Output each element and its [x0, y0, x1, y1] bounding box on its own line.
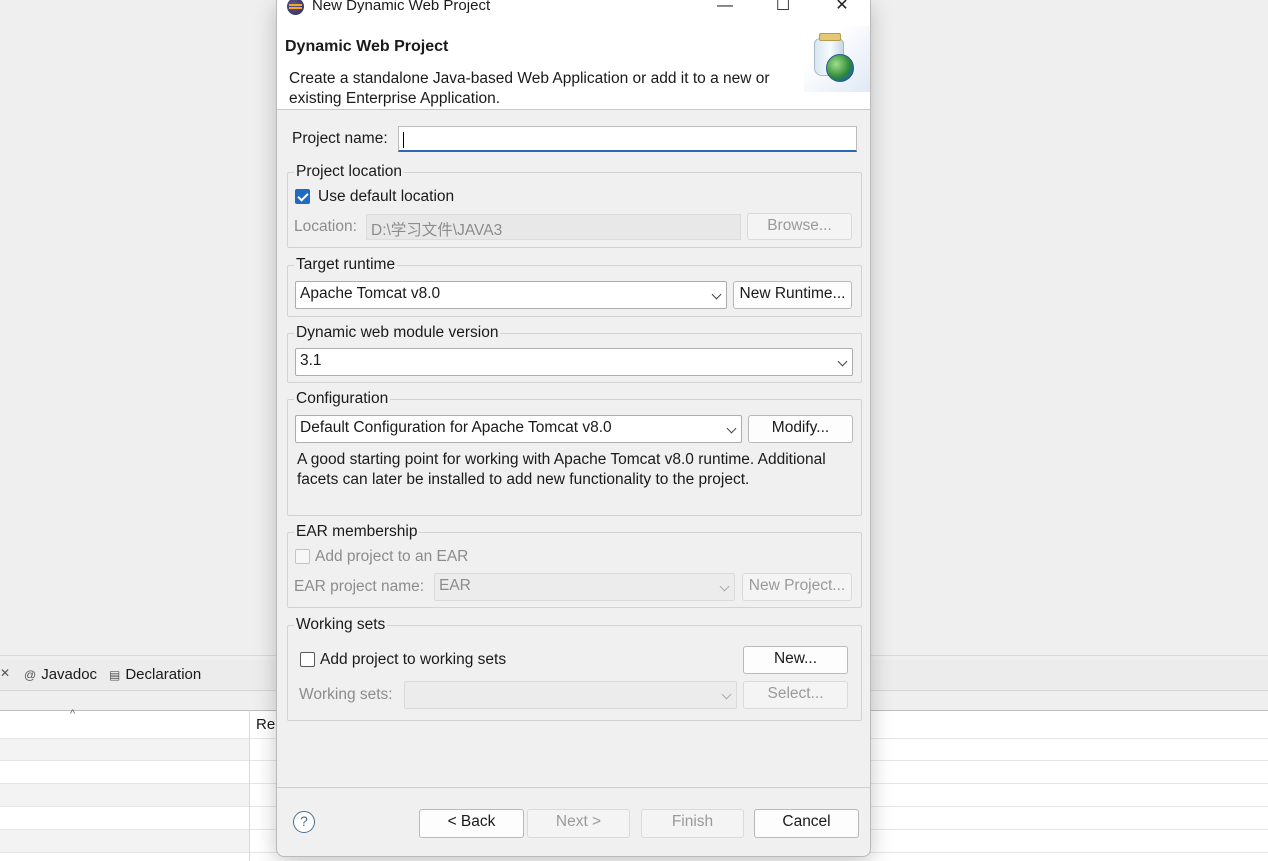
wizard-page-description: Create a standalone Java-based Web Appli… [289, 70, 770, 107]
eclipse-app-icon [287, 0, 304, 15]
configuration-select[interactable]: Default Configuration for Apache Tomcat … [295, 415, 742, 443]
use-default-location-checkbox[interactable] [295, 189, 310, 204]
at-sign-icon: @ [24, 667, 37, 682]
chevron-down-icon [711, 289, 722, 300]
globe-icon [826, 54, 854, 82]
add-to-working-sets-label[interactable]: Add project to working sets [320, 651, 506, 669]
modify-button[interactable]: Modify... [748, 415, 853, 443]
project-name-input[interactable] [398, 126, 857, 152]
target-runtime-value: Apache Tomcat v8.0 [300, 285, 441, 302]
tab-javadoc[interactable]: @ Javadoc [24, 666, 97, 683]
chevron-down-icon [726, 423, 737, 434]
table-row[interactable] [0, 738, 249, 760]
wizard-page-title: Dynamic Web Project [285, 38, 449, 55]
new-dynamic-web-project-dialog: New Dynamic Web Project — ☐ ✕ Dynamic We… [276, 0, 871, 857]
close-button[interactable]: ✕ [822, 0, 862, 18]
web-module-version-title: Dynamic web module version [294, 324, 501, 342]
new-runtime-button[interactable]: New Runtime... [733, 281, 852, 309]
tab-declaration[interactable]: ▤ Declaration [109, 666, 201, 683]
chevron-down-icon [721, 689, 732, 700]
web-module-version-value: 3.1 [300, 352, 322, 369]
sort-ascending-icon[interactable]: ^ [70, 708, 75, 720]
add-to-ear-label[interactable]: Add project to an EAR [315, 548, 468, 566]
ear-project-name-value: EAR [439, 577, 471, 594]
next-button[interactable]: Next > [527, 809, 630, 838]
add-to-working-sets-checkbox[interactable] [300, 652, 315, 667]
configuration-description: A good starting point for working with A… [297, 451, 826, 488]
location-value: D:\学习文件\JAVA3 [371, 222, 503, 239]
working-sets-label: Working sets: [299, 686, 393, 703]
configuration-value: Default Configuration for Apache Tomcat … [300, 419, 612, 436]
text-caret [403, 132, 404, 148]
web-module-version-select[interactable]: 3.1 [295, 348, 853, 376]
back-button[interactable]: < Back [419, 809, 524, 838]
ear-project-name-select[interactable]: EAR [434, 573, 735, 601]
wizard-banner: Dynamic Web Project Create a standalone … [277, 20, 870, 110]
table-row[interactable] [0, 784, 249, 806]
help-icon[interactable]: ? [293, 811, 315, 833]
working-sets-title: Working sets [294, 616, 388, 634]
add-to-ear-checkbox[interactable] [295, 549, 310, 564]
table-row[interactable] [0, 830, 249, 852]
ide-tab-close-icon[interactable]: ✕ [0, 666, 10, 680]
window-title: New Dynamic Web Project [312, 0, 491, 14]
location-field[interactable]: D:\学习文件\JAVA3 [366, 214, 741, 240]
use-default-location-label[interactable]: Use default location [318, 188, 454, 206]
chevron-down-icon [719, 581, 730, 592]
target-runtime-title: Target runtime [294, 256, 398, 274]
web-project-jar-globe-icon [804, 26, 870, 92]
maximize-button[interactable]: ☐ [763, 0, 803, 18]
project-location-title: Project location [294, 163, 404, 181]
column-divider[interactable] [249, 710, 250, 861]
finish-button[interactable]: Finish [641, 809, 744, 838]
title-bar[interactable]: New Dynamic Web Project — ☐ ✕ [277, 0, 870, 20]
project-name-label: Project name: [292, 130, 388, 147]
ear-project-name-label: EAR project name: [294, 578, 425, 595]
new-working-set-button[interactable]: New... [743, 646, 848, 674]
minimize-button[interactable]: — [705, 0, 745, 18]
tab-declaration-label: Declaration [125, 666, 202, 683]
configuration-title: Configuration [294, 390, 391, 408]
tab-javadoc-label: Javadoc [41, 666, 98, 683]
browse-button[interactable]: Browse... [747, 213, 852, 240]
working-sets-select[interactable] [404, 681, 737, 709]
target-runtime-select[interactable]: Apache Tomcat v8.0 [295, 281, 727, 309]
footer-separator [277, 787, 870, 788]
select-working-sets-button[interactable]: Select... [743, 681, 848, 709]
location-label: Location: [294, 218, 357, 235]
chevron-down-icon [837, 356, 848, 367]
declaration-icon: ▤ [109, 667, 121, 682]
column-header[interactable]: Re [256, 716, 275, 733]
new-project-button[interactable]: New Project... [742, 573, 852, 601]
cancel-button[interactable]: Cancel [754, 809, 859, 838]
ear-membership-title: EAR membership [294, 523, 420, 541]
